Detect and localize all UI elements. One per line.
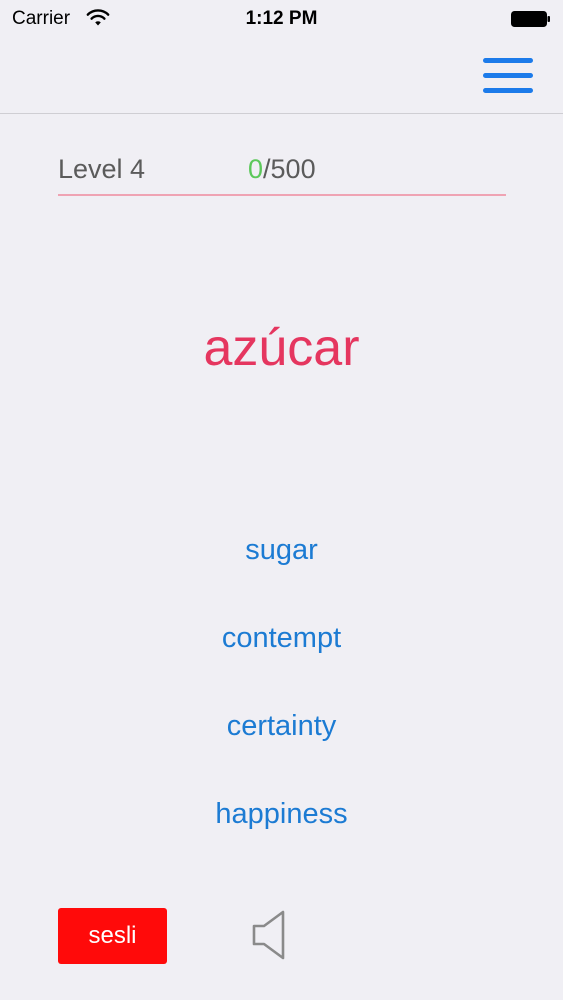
sesli-button[interactable]: sesli	[58, 908, 167, 964]
battery-icon	[511, 11, 550, 27]
progress-total: /500	[263, 154, 316, 184]
level-label: Level 4	[58, 154, 146, 184]
progress-counter: 0/500	[248, 154, 316, 185]
answer-choice-sugar[interactable]: sugar	[0, 534, 563, 567]
answer-choice-certainty[interactable]: certainty	[0, 710, 563, 743]
clock: 1:12 PM	[245, 8, 318, 29]
level-progress-row: Level 4 0/500	[58, 150, 506, 196]
menu-line	[483, 73, 533, 78]
answer-choice-contempt[interactable]: contempt	[0, 622, 563, 655]
progress-done-count: 0	[248, 154, 264, 184]
answer-choice-happiness[interactable]: happiness	[0, 798, 563, 831]
menu-line	[483, 58, 533, 63]
question-word: azúcar	[203, 319, 360, 377]
navigation-bar	[0, 40, 563, 114]
hamburger-menu-icon[interactable]	[483, 56, 533, 96]
speaker-icon[interactable]	[248, 908, 292, 962]
menu-line	[483, 88, 533, 93]
app-screen: Carrier 1:12 PM Level 4 0/500 azúcar sug…	[0, 0, 563, 1000]
status-bar: Carrier 1:12 PM	[0, 0, 563, 40]
